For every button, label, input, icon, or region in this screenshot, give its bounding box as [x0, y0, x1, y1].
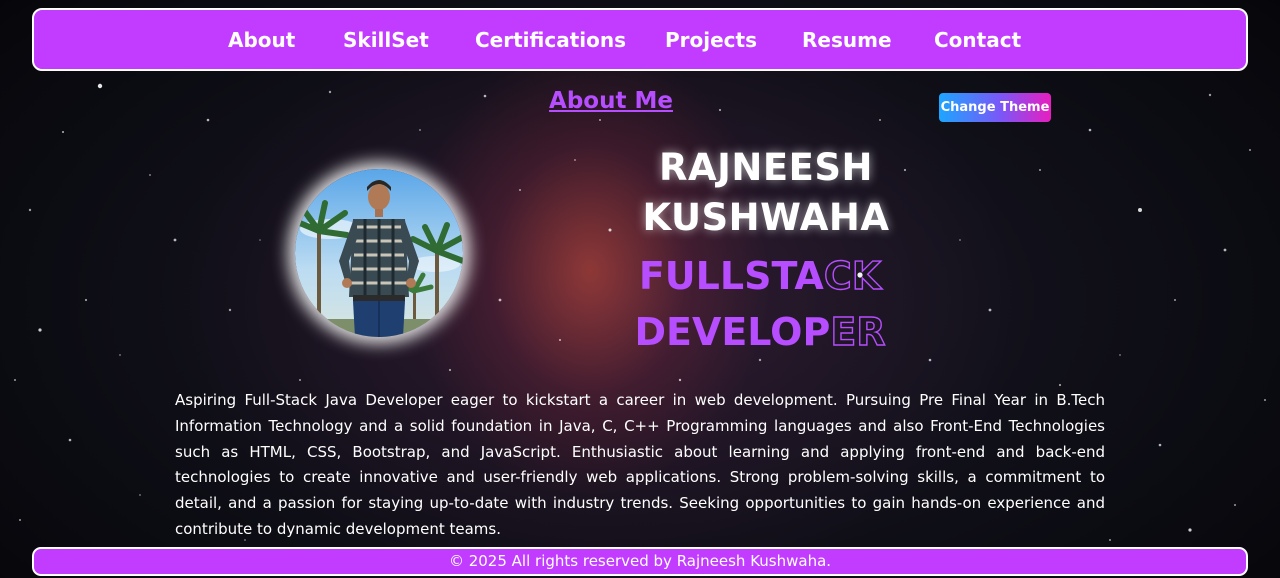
role-line1-outline: CK: [823, 253, 882, 298]
nav-link-skillset[interactable]: SkillSet: [343, 28, 429, 52]
role-line2-outline: ER: [830, 309, 887, 354]
role-title-line1: FULLSTACK: [610, 253, 910, 298]
footer-copyright: © 2025 All rights reserved by Rajneesh K…: [448, 552, 832, 570]
profile-photo: [295, 169, 463, 337]
nav-link-about[interactable]: About: [228, 28, 295, 52]
about-bio-paragraph: Aspiring Full-Stack Java Developer eager…: [175, 391, 1105, 538]
role-line2-solid: DEVELOP: [634, 310, 831, 354]
nav-link-resume[interactable]: Resume: [802, 28, 892, 52]
role-title-line2: DEVELOPER: [610, 309, 910, 354]
page-footer: © 2025 All rights reserved by Rajneesh K…: [32, 547, 1248, 576]
nav-link-projects[interactable]: Projects: [665, 28, 757, 52]
profile-name-first: RAJNEESH: [658, 146, 874, 189]
profile-name-last: KUSHWAHA: [642, 196, 890, 239]
role-line1-solid: FULLSTA: [638, 254, 824, 298]
change-theme-button[interactable]: Change Theme: [939, 93, 1051, 122]
top-navbar: About SkillSet Certifications Projects R…: [32, 8, 1248, 71]
nav-link-contact[interactable]: Contact: [934, 28, 1021, 52]
nav-link-certifications[interactable]: Certifications: [475, 28, 626, 52]
